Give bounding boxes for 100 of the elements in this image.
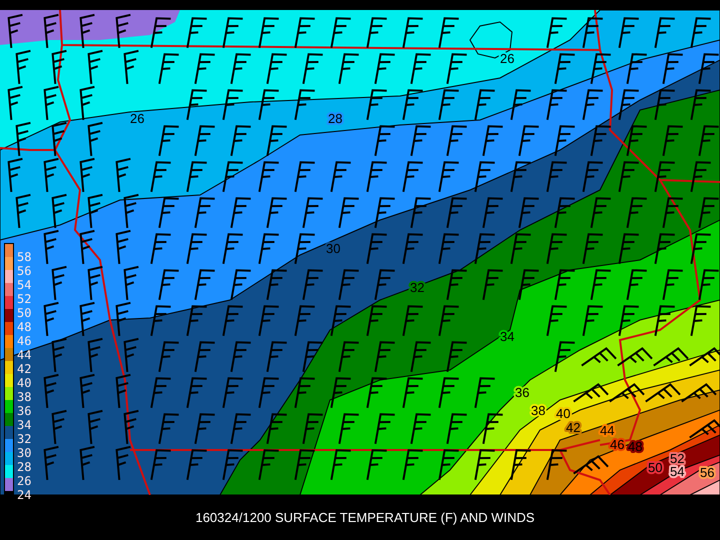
wind-barb-icon xyxy=(258,377,280,409)
wind-barb-icon xyxy=(194,269,216,301)
wind-barb-icon xyxy=(474,377,496,409)
wind-barb-icon xyxy=(482,269,504,301)
scale-label: 38 xyxy=(17,390,32,404)
wind-barb-icon xyxy=(590,53,612,85)
wind-barb-icon xyxy=(150,305,172,337)
wind-barb-icon xyxy=(302,53,324,85)
wind-barb-icon xyxy=(582,89,604,121)
wind-barb-icon xyxy=(116,302,132,337)
wind-barb-icon xyxy=(116,446,132,481)
wind-barb-icon xyxy=(662,269,684,301)
scale-label: 52 xyxy=(17,292,32,306)
wind-barb-icon xyxy=(8,14,24,49)
wind-barb-icon xyxy=(16,50,32,85)
contour-label: 42 xyxy=(566,420,580,435)
wind-barb-icon xyxy=(410,341,432,373)
wind-barb-icon xyxy=(690,17,712,49)
scale-label: 44 xyxy=(17,348,32,362)
wind-barb-icon xyxy=(294,89,316,121)
wind-barb-icon xyxy=(438,161,460,193)
wind-barb-icon xyxy=(302,413,324,445)
wind-barb-icon xyxy=(52,194,68,229)
wind-barb-icon xyxy=(410,53,432,85)
wind-barb-icon xyxy=(654,17,676,49)
wind-barb-icon xyxy=(402,89,424,121)
wind-barb-icon xyxy=(230,53,252,85)
wind-barb-icon xyxy=(88,194,104,229)
wind-barb-icon xyxy=(572,455,609,475)
wind-barb-icon xyxy=(554,269,576,301)
wind-barb-icon xyxy=(698,125,720,157)
scale-label: 30 xyxy=(17,446,32,460)
wind-barb-icon xyxy=(194,341,216,373)
wind-barb-icon xyxy=(698,269,720,301)
wind-barb-icon xyxy=(88,50,104,85)
wind-barb-icon xyxy=(222,233,244,265)
wind-barb-icon xyxy=(366,233,388,265)
wind-barb-icon xyxy=(150,449,172,481)
wind-barb-icon xyxy=(44,14,60,49)
scale-label: 28 xyxy=(17,460,32,474)
wind-barb-icon xyxy=(474,233,496,265)
wind-barb-icon xyxy=(230,413,252,445)
wind-barb-icon xyxy=(446,53,468,85)
wind-barb-icon xyxy=(258,449,280,481)
wind-barb-icon xyxy=(44,230,60,265)
wind-barb-icon xyxy=(590,125,612,157)
wind-barb-icon xyxy=(374,413,396,445)
wind-barb-icon xyxy=(554,197,576,229)
wind-barb-icon xyxy=(8,86,24,121)
wind-barb-icon xyxy=(518,269,540,301)
wind-barb-icon xyxy=(654,89,676,121)
wind-barb-icon xyxy=(266,413,288,445)
wind-barb-icon xyxy=(186,89,208,121)
wind-barb-icon xyxy=(554,53,576,85)
wind-barb-icon xyxy=(150,233,172,265)
wind-barb-icon xyxy=(618,161,640,193)
wind-barb-icon xyxy=(44,302,60,337)
wind-barb-icon xyxy=(402,17,424,49)
wind-barb-icon xyxy=(446,413,468,445)
wind-barb-icon xyxy=(88,410,104,445)
wind-barb-icon xyxy=(546,89,568,121)
wind-barb-icon xyxy=(510,449,532,481)
wind-barb-icon xyxy=(582,17,604,49)
wind-barb-icon xyxy=(402,449,424,481)
wind-barb-icon xyxy=(338,53,360,85)
wind-barb-icon xyxy=(438,449,460,481)
wind-barb-icon xyxy=(582,305,604,337)
scale-label: 34 xyxy=(17,418,32,432)
wind-barb-icon xyxy=(626,125,648,157)
wind-barb-icon xyxy=(150,161,172,193)
wind-barb-icon xyxy=(482,197,504,229)
contour-label: 44 xyxy=(600,423,614,438)
contour-label: 52 xyxy=(670,451,684,466)
wind-barb-icon xyxy=(410,413,432,445)
wind-barb-icon xyxy=(330,17,352,49)
scale-label: 46 xyxy=(17,334,32,348)
wind-barb-icon xyxy=(688,419,720,439)
wind-barb-icon xyxy=(44,374,60,409)
wind-barb-icon xyxy=(116,230,132,265)
wind-barb-icon xyxy=(438,233,460,265)
wind-barb-icon xyxy=(662,197,684,229)
wind-barb-icon xyxy=(294,377,316,409)
wind-barb-icon xyxy=(546,161,568,193)
wind-barb-icon xyxy=(302,341,324,373)
wind-barb-icon xyxy=(402,161,424,193)
contour-label: 28 xyxy=(328,111,342,126)
wind-barb-icon xyxy=(366,161,388,193)
wind-barb-icon xyxy=(366,305,388,337)
wind-barb-icon xyxy=(186,17,208,49)
contour-label: 26 xyxy=(130,111,144,126)
contour-label: 34 xyxy=(500,329,514,344)
wind-barb-icon xyxy=(52,50,68,85)
wind-barb-icon xyxy=(546,305,568,337)
wind-barb-icon xyxy=(16,122,32,157)
wind-barb-icon xyxy=(572,383,609,403)
scale-label: 50 xyxy=(17,306,32,320)
wind-barb-icon xyxy=(446,341,468,373)
wind-barb-icon xyxy=(116,158,132,193)
wind-barb-icon xyxy=(654,305,676,337)
contour-label: 40 xyxy=(556,406,570,421)
